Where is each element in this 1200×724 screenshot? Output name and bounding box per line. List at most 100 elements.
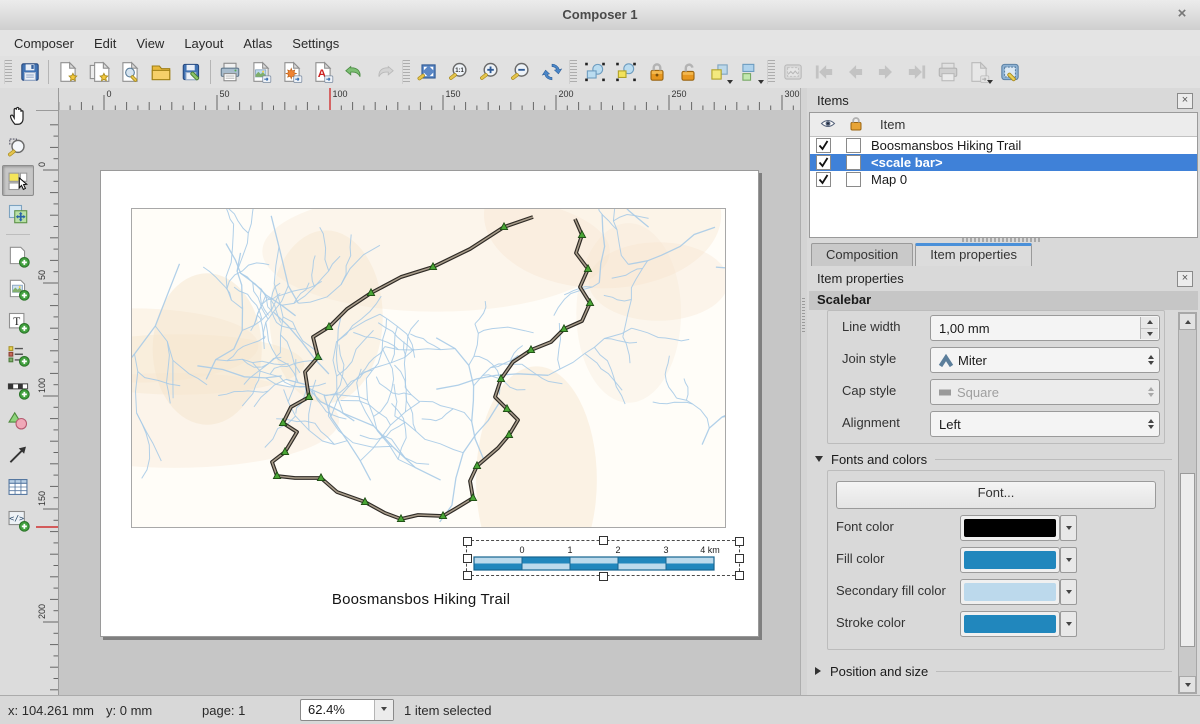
zoom-full-button[interactable] xyxy=(412,58,443,86)
undo-button[interactable] xyxy=(338,58,369,86)
selection-handle[interactable] xyxy=(599,572,608,581)
export-as-image-button[interactable] xyxy=(245,58,276,86)
align-items-button[interactable] xyxy=(734,58,765,86)
scalebar-item[interactable]: 01234 km xyxy=(466,540,740,576)
lock-items-button[interactable] xyxy=(641,58,672,86)
scroll-down-icon[interactable] xyxy=(1179,676,1196,693)
color-dropdown-button[interactable] xyxy=(1060,611,1077,637)
scrollbar-thumb[interactable] xyxy=(1180,473,1195,647)
add-html-frame-button[interactable]: </> xyxy=(2,504,34,535)
export-as-pdf-button[interactable]: A xyxy=(307,58,338,86)
composition-manager-button[interactable] xyxy=(114,58,145,86)
atlas-preview-button[interactable] xyxy=(777,58,808,86)
print-atlas-button[interactable] xyxy=(932,58,963,86)
add-attribute-table-button[interactable] xyxy=(2,471,34,502)
redo-button[interactable] xyxy=(369,58,400,86)
refresh-button[interactable] xyxy=(536,58,567,86)
zoom-actual-button[interactable]: 1:1 xyxy=(443,58,474,86)
font-button[interactable]: Font... xyxy=(836,481,1156,509)
ungroup-items-button[interactable] xyxy=(610,58,641,86)
export-atlas-button[interactable] xyxy=(963,58,994,86)
composition-page[interactable]: 01234 km Boosmansbos Hiking Trail xyxy=(100,170,759,637)
add-new-map-button[interactable] xyxy=(2,240,34,271)
item-row[interactable]: Boosmansbos Hiking Trail xyxy=(810,137,1197,154)
zoom-in-button[interactable] xyxy=(474,58,505,86)
item-row[interactable]: Map 0 xyxy=(810,171,1197,188)
add-new-scalebar-button[interactable] xyxy=(2,372,34,403)
menu-atlas[interactable]: Atlas xyxy=(233,33,282,54)
atlas-prev-button[interactable] xyxy=(839,58,870,86)
new-composition-button[interactable] xyxy=(52,58,83,86)
select-move-item-button[interactable] xyxy=(2,165,34,196)
visibility-checkbox[interactable] xyxy=(816,155,831,170)
selection-handle[interactable] xyxy=(735,537,744,546)
duplicate-composition-button[interactable] xyxy=(83,58,114,86)
pan-button[interactable] xyxy=(2,99,34,130)
open-button[interactable] xyxy=(145,58,176,86)
raise-items-button[interactable] xyxy=(703,58,734,86)
line-width-spin-buttons[interactable] xyxy=(1140,317,1158,339)
selection-handle[interactable] xyxy=(735,571,744,580)
lock-checkbox[interactable] xyxy=(846,172,861,187)
selection-handle[interactable] xyxy=(735,554,744,563)
items-panel-close-icon[interactable]: × xyxy=(1177,93,1193,109)
item-row[interactable]: <scale bar> xyxy=(810,154,1197,171)
map-item[interactable] xyxy=(131,208,726,528)
color-dropdown-button[interactable] xyxy=(1060,547,1077,573)
join-style-combobox[interactable]: Miter xyxy=(930,347,1160,373)
panel-resize-grip[interactable] xyxy=(962,238,1042,242)
font-color-swatch-button[interactable] xyxy=(960,515,1060,541)
item-properties-close-icon[interactable]: × xyxy=(1177,271,1193,287)
selection-handle[interactable] xyxy=(463,554,472,563)
menu-composer[interactable]: Composer xyxy=(4,33,84,54)
color-dropdown-button[interactable] xyxy=(1060,515,1077,541)
fonts-and-colors-section-toggle[interactable]: Fonts and colors xyxy=(815,450,1172,468)
menu-settings[interactable]: Settings xyxy=(282,33,349,54)
atlas-first-button[interactable] xyxy=(808,58,839,86)
menu-layout[interactable]: Layout xyxy=(174,33,233,54)
group-items-button[interactable] xyxy=(579,58,610,86)
zoom-level-combobox[interactable]: 62.4% xyxy=(300,699,394,721)
visibility-checkbox[interactable] xyxy=(816,172,831,187)
section-toggle-position-and-size[interactable]: Position and size xyxy=(815,662,1172,680)
map-title-label[interactable]: Boosmansbos Hiking Trail xyxy=(271,591,571,608)
selection-status: 1 item selected xyxy=(404,703,491,718)
selection-handle[interactable] xyxy=(463,571,472,580)
tab-composition[interactable]: Composition xyxy=(811,243,913,266)
properties-scrollbar[interactable] xyxy=(1178,312,1197,694)
visibility-checkbox[interactable] xyxy=(816,138,831,153)
composer-canvas[interactable]: 01234 km Boosmansbos Hiking Trail xyxy=(59,110,800,696)
color-dropdown-button[interactable] xyxy=(1060,579,1077,605)
save-button[interactable] xyxy=(14,58,45,86)
unlock-items-button[interactable] xyxy=(672,58,703,86)
atlas-next-button[interactable] xyxy=(870,58,901,86)
lock-checkbox[interactable] xyxy=(846,155,861,170)
zoom-out-button[interactable] xyxy=(505,58,536,86)
line-width-spinbox[interactable]: 1,00 mm xyxy=(930,315,1160,341)
atlas-settings-button[interactable] xyxy=(994,58,1025,86)
move-item-content-button[interactable] xyxy=(2,198,34,229)
add-arrow-button[interactable] xyxy=(2,438,34,469)
zoom-button[interactable] xyxy=(2,132,34,163)
zoom-in-icon xyxy=(478,60,502,84)
menu-edit[interactable]: Edit xyxy=(84,33,126,54)
add-new-label-button[interactable]: T xyxy=(2,306,34,337)
add-basic-shape-button[interactable] xyxy=(2,405,34,436)
fill-color-swatch-button[interactable] xyxy=(960,547,1060,573)
add-new-legend-button[interactable] xyxy=(2,339,34,370)
lock-checkbox[interactable] xyxy=(846,138,861,153)
menu-view[interactable]: View xyxy=(126,33,174,54)
selection-handle[interactable] xyxy=(599,536,608,545)
tab-item-properties[interactable]: Item properties xyxy=(915,243,1032,266)
print-button[interactable] xyxy=(214,58,245,86)
add-image-button[interactable] xyxy=(2,273,34,304)
alignment-combobox[interactable]: Left xyxy=(930,411,1160,437)
window-close-icon[interactable]: × xyxy=(1174,6,1190,22)
selection-handle[interactable] xyxy=(463,537,472,546)
save-as-template-button[interactable] xyxy=(176,58,207,86)
stroke-color-swatch-button[interactable] xyxy=(960,611,1060,637)
secondary-fill-color-swatch-button[interactable] xyxy=(960,579,1060,605)
export-as-svg-button[interactable] xyxy=(276,58,307,86)
atlas-last-button[interactable] xyxy=(901,58,932,86)
scroll-up-icon[interactable] xyxy=(1179,313,1196,330)
